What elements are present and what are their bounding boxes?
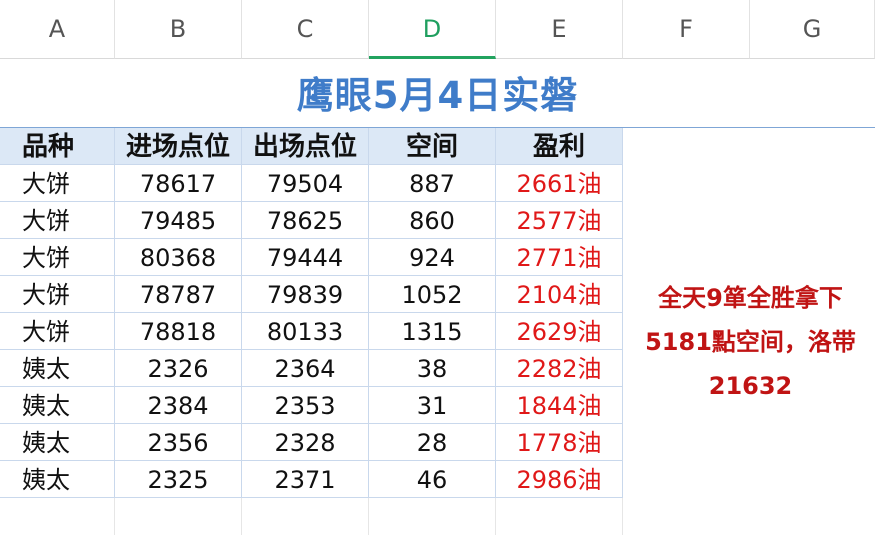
range-cell[interactable]: 46 [369,461,496,498]
variety-cell[interactable]: 大饼 [0,276,115,313]
entry-cell[interactable]: 78617 [115,165,242,202]
profit-cell[interactable]: 2986油 [496,461,623,498]
profit-cell[interactable]: 1778油 [496,424,623,461]
column-header-d[interactable]: D [369,0,496,59]
range-cell[interactable]: 924 [369,239,496,276]
column-header-bar: A B C D E F G [0,0,875,60]
variety-cell[interactable]: 姨太 [0,350,115,387]
variety-cell[interactable]: 大饼 [0,239,115,276]
entry-cell[interactable]: 2325 [115,461,242,498]
profit-cell[interactable]: 1844油 [496,387,623,424]
variety-cell[interactable]: 大饼 [0,165,115,202]
range-cell[interactable]: 38 [369,350,496,387]
exit-cell[interactable]: 79444 [242,239,369,276]
entry-cell[interactable]: 2384 [115,387,242,424]
column-header-c[interactable]: C [242,0,369,59]
sheet-title[interactable]: 鹰眼5月4日实磐 [0,60,875,127]
profit-cell[interactable]: 2282油 [496,350,623,387]
variety-cell[interactable]: 姨太 [0,461,115,498]
empty-cell[interactable] [242,498,369,535]
variety-cell[interactable]: 姨太 [0,387,115,424]
variety-cell[interactable]: 大饼 [0,202,115,239]
empty-row [0,498,623,535]
exit-cell[interactable]: 78625 [242,202,369,239]
summary-note[interactable]: 全天9箪全胜拿下 5181點空间，洛带 21632 [626,276,875,408]
exit-cell[interactable]: 80133 [242,313,369,350]
column-header-b[interactable]: B [115,0,242,59]
profit-cell[interactable]: 2629油 [496,313,623,350]
exit-cell[interactable]: 2353 [242,387,369,424]
summary-line-1: 全天9箪全胜拿下 [658,284,843,312]
header-cell-entry[interactable]: 进场点位 [115,128,242,165]
variety-cell[interactable]: 大饼 [0,313,115,350]
empty-cell[interactable] [0,498,115,535]
column-header-f[interactable]: F [623,0,750,59]
range-cell[interactable]: 31 [369,387,496,424]
column-header-a[interactable]: A [0,0,115,59]
header-cell-exit[interactable]: 出场点位 [242,128,369,165]
profit-cell[interactable]: 2577油 [496,202,623,239]
entry-cell[interactable]: 80368 [115,239,242,276]
header-cell-range[interactable]: 空间 [369,128,496,165]
exit-cell[interactable]: 79839 [242,276,369,313]
profit-cell[interactable]: 2771油 [496,239,623,276]
column-header-e[interactable]: E [496,0,623,59]
range-cell[interactable]: 1052 [369,276,496,313]
profit-cell[interactable]: 2661油 [496,165,623,202]
empty-cell[interactable] [496,498,623,535]
entry-cell[interactable]: 79485 [115,202,242,239]
column-header-g[interactable]: G [750,0,875,59]
profit-cell[interactable]: 2104油 [496,276,623,313]
empty-cell[interactable] [369,498,496,535]
entry-cell[interactable]: 78787 [115,276,242,313]
exit-cell[interactable]: 2328 [242,424,369,461]
exit-cell[interactable]: 2364 [242,350,369,387]
header-cell-profit[interactable]: 盈利 [496,128,623,165]
entry-cell[interactable]: 2356 [115,424,242,461]
summary-line-3: 21632 [708,372,793,400]
range-cell[interactable]: 887 [369,165,496,202]
header-cell-variety[interactable]: 品种 [0,128,115,165]
range-cell[interactable]: 860 [369,202,496,239]
summary-line-2: 5181點空间，洛带 [645,328,856,356]
entry-cell[interactable]: 78818 [115,313,242,350]
exit-cell[interactable]: 79504 [242,165,369,202]
range-cell[interactable]: 1315 [369,313,496,350]
exit-cell[interactable]: 2371 [242,461,369,498]
entry-cell[interactable]: 2326 [115,350,242,387]
range-cell[interactable]: 28 [369,424,496,461]
empty-cell[interactable] [115,498,242,535]
variety-cell[interactable]: 姨太 [0,424,115,461]
